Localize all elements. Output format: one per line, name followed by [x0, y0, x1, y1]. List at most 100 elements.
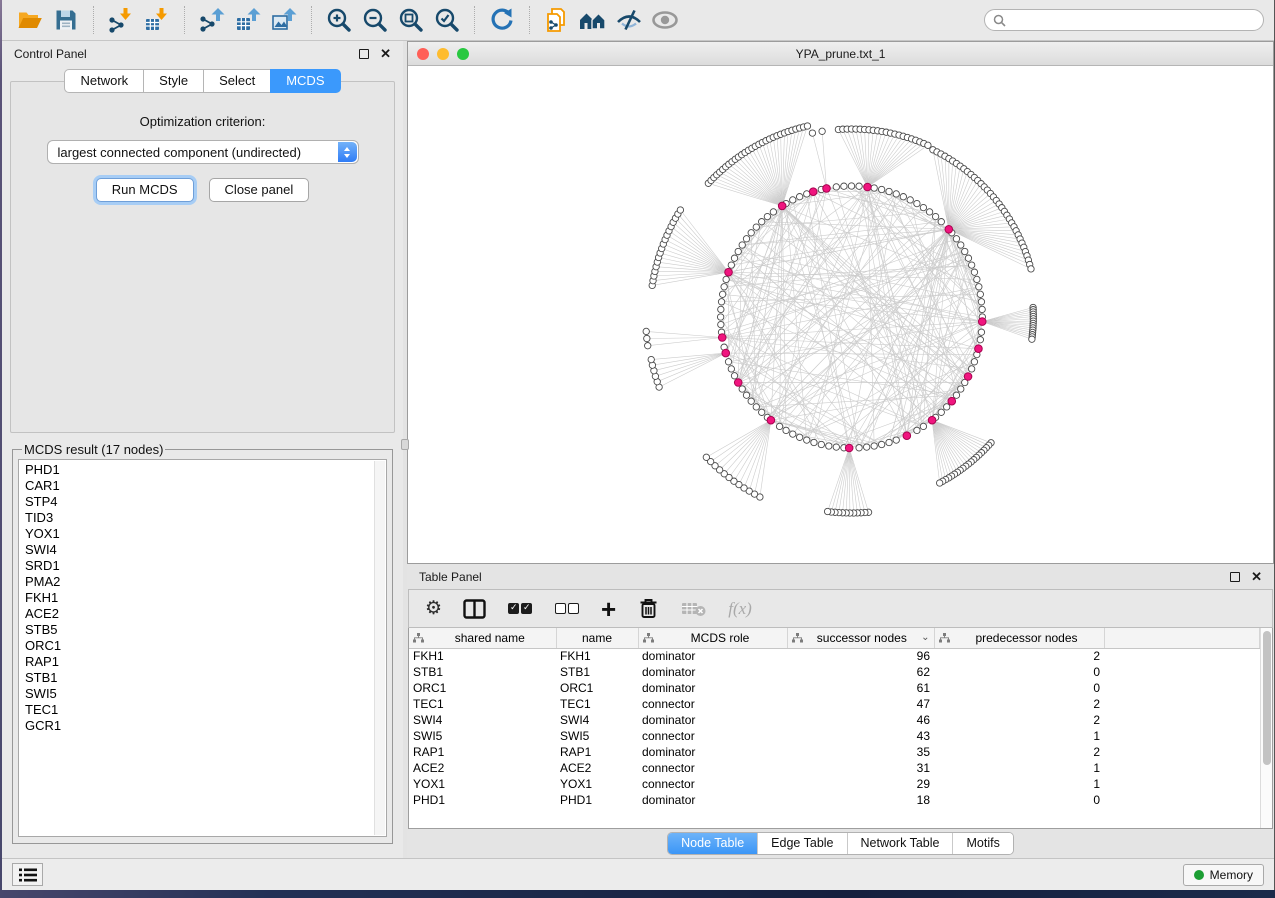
- task-history-button[interactable]: [12, 863, 43, 886]
- houses-icon: [579, 7, 607, 33]
- close-panel-icon[interactable]: ✕: [1251, 572, 1262, 582]
- node-table-container: shared name name MCDS role successor nod…: [408, 628, 1273, 829]
- node-table: shared name name MCDS role successor nod…: [409, 628, 1260, 808]
- select-stepper-icon: [338, 142, 357, 162]
- toolbar-separator: [311, 6, 312, 34]
- list-item[interactable]: PMA2: [25, 574, 372, 590]
- table-row[interactable]: FKH1FKH1dominator962: [409, 648, 1260, 664]
- first-neighbors-button[interactable]: [575, 4, 611, 36]
- export-table-button[interactable]: [230, 4, 266, 36]
- optimization-criterion-select[interactable]: largest connected component (undirected): [47, 140, 359, 164]
- tab-network[interactable]: Network: [64, 69, 143, 93]
- mcds-result-title: MCDS result (17 nodes): [22, 442, 165, 457]
- list-item[interactable]: ACE2: [25, 606, 372, 622]
- network-graph[interactable]: [408, 66, 1273, 563]
- column-header-predecessor-nodes[interactable]: predecessor nodes: [934, 628, 1104, 648]
- list-item[interactable]: STP4: [25, 494, 372, 510]
- apply-layout-button[interactable]: [484, 4, 520, 36]
- function-builder-button[interactable]: f(x): [728, 594, 752, 624]
- table-row[interactable]: RAP1RAP1dominator352: [409, 744, 1260, 760]
- list-item[interactable]: FKH1: [25, 590, 372, 606]
- tab-select[interactable]: Select: [203, 69, 270, 93]
- list-scrollbar[interactable]: [374, 461, 385, 835]
- hide-selected-button[interactable]: [611, 4, 647, 36]
- table-row[interactable]: SWI4SWI4dominator462: [409, 712, 1260, 728]
- run-mcds-button[interactable]: Run MCDS: [96, 178, 194, 202]
- list-item[interactable]: SWI5: [25, 686, 372, 702]
- float-panel-icon[interactable]: [359, 49, 369, 59]
- mcds-result-list[interactable]: PHD1 CAR1 STP4 TID3 YOX1 SWI4 SRD1 PMA2 …: [18, 459, 387, 837]
- close-panel-button[interactable]: Close panel: [209, 178, 310, 202]
- select-all-button[interactable]: [507, 594, 533, 624]
- close-window-icon[interactable]: [417, 48, 429, 60]
- tab-motifs[interactable]: Motifs: [953, 833, 1012, 854]
- list-item[interactable]: YOX1: [25, 526, 372, 542]
- table-row[interactable]: SWI5SWI5connector431: [409, 728, 1260, 744]
- open-file-button[interactable]: [12, 4, 48, 36]
- list-item[interactable]: RAP1: [25, 654, 372, 670]
- zoom-selected-button[interactable]: [429, 4, 465, 36]
- list-item[interactable]: PHD1: [25, 462, 372, 478]
- tab-mcds[interactable]: MCDS: [270, 69, 340, 93]
- divider-grip[interactable]: [401, 439, 409, 450]
- delete-column-button[interactable]: [637, 594, 660, 624]
- export-image-button[interactable]: [266, 4, 302, 36]
- list-item[interactable]: SRD1: [25, 558, 372, 574]
- list-item[interactable]: GCR1: [25, 718, 372, 734]
- minimize-window-icon[interactable]: [437, 48, 449, 60]
- add-column-button[interactable]: +: [601, 594, 616, 624]
- list-item[interactable]: STB5: [25, 622, 372, 638]
- list-item[interactable]: TID3: [25, 510, 372, 526]
- import-table-button[interactable]: [139, 4, 175, 36]
- tab-style[interactable]: Style: [143, 69, 203, 93]
- zoom-out-button[interactable]: [357, 4, 393, 36]
- table-settings-button[interactable]: ⚙: [425, 594, 442, 624]
- control-panel: Control Panel ✕ Network Style Select MCD…: [2, 41, 403, 858]
- control-panel-tabs: Network Style Select MCDS: [2, 69, 403, 93]
- export-network-button[interactable]: [194, 4, 230, 36]
- refresh-icon: [489, 7, 515, 33]
- table-scrollbar[interactable]: [1260, 628, 1272, 828]
- table-panel-title: Table Panel: [419, 570, 482, 584]
- maximize-window-icon[interactable]: [457, 48, 469, 60]
- float-panel-icon[interactable]: [1230, 572, 1240, 582]
- list-item[interactable]: TEC1: [25, 702, 372, 718]
- table-row[interactable]: YOX1YOX1connector291: [409, 776, 1260, 792]
- show-columns-button[interactable]: [463, 594, 486, 624]
- delete-table-button[interactable]: [681, 594, 707, 624]
- column-header-successor-nodes[interactable]: successor nodes⌄: [787, 628, 934, 648]
- tab-node-table[interactable]: Node Table: [668, 833, 758, 854]
- list-item[interactable]: STB1: [25, 670, 372, 686]
- table-row[interactable]: ORC1ORC1dominator610: [409, 680, 1260, 696]
- tab-network-table[interactable]: Network Table: [848, 833, 954, 854]
- table-row[interactable]: STB1STB1dominator620: [409, 664, 1260, 680]
- table-row[interactable]: ACE2ACE2connector311: [409, 760, 1260, 776]
- close-panel-icon[interactable]: ✕: [380, 49, 391, 59]
- panel-divider[interactable]: [403, 41, 407, 858]
- zoom-in-button[interactable]: [321, 4, 357, 36]
- zoom-in-icon: [326, 7, 352, 33]
- import-network-button[interactable]: [103, 4, 139, 36]
- list-item[interactable]: CAR1: [25, 478, 372, 494]
- table-row[interactable]: PHD1PHD1dominator180: [409, 792, 1260, 808]
- search-icon: [993, 14, 1006, 27]
- network-canvas[interactable]: [408, 66, 1273, 563]
- show-all-button[interactable]: [647, 4, 683, 36]
- hierarchy-icon: [939, 633, 950, 643]
- column-header-name[interactable]: name: [556, 628, 638, 648]
- clone-network-button[interactable]: [539, 4, 575, 36]
- search-input[interactable]: [1011, 13, 1255, 27]
- column-header-shared-name[interactable]: shared name: [409, 628, 556, 648]
- scrollbar-thumb[interactable]: [1263, 631, 1271, 765]
- save-session-button[interactable]: [48, 4, 84, 36]
- zoom-fit-button[interactable]: [393, 4, 429, 36]
- tab-edge-table[interactable]: Edge Table: [758, 833, 847, 854]
- list-item[interactable]: SWI4: [25, 542, 372, 558]
- unchecked-box-icon: [568, 603, 579, 614]
- table-row[interactable]: TEC1TEC1connector472: [409, 696, 1260, 712]
- save-icon: [53, 7, 79, 33]
- deselect-all-button[interactable]: [554, 594, 580, 624]
- memory-button[interactable]: Memory: [1183, 864, 1264, 886]
- list-item[interactable]: ORC1: [25, 638, 372, 654]
- column-header-mcds-role[interactable]: MCDS role: [638, 628, 787, 648]
